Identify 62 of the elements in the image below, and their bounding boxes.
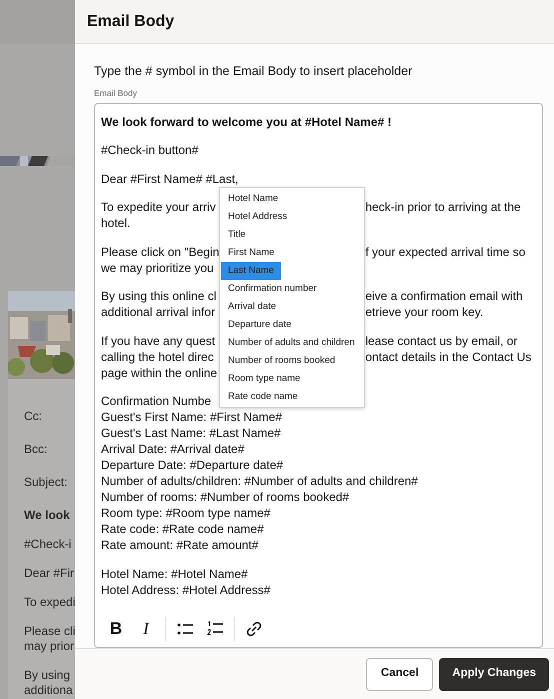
body-text: Confirmation Numbe bbox=[101, 393, 212, 409]
instruction-text: Type the # symbol in the Email Body to insert placeholder bbox=[94, 63, 414, 80]
email-body-editor[interactable] bbox=[94, 102, 543, 648]
body-text: Guest's First Name: #First Name# bbox=[101, 409, 282, 425]
body-text: Please cli may prior bbox=[24, 624, 75, 654]
body-text: we may prioritize you bbox=[101, 260, 214, 276]
body-text: etrieve your room key. bbox=[365, 304, 484, 320]
body-text: Departure Date: #Departure date# bbox=[101, 457, 284, 473]
body-text: By using additiona bbox=[24, 668, 74, 698]
drawer-title: Email Body bbox=[87, 12, 174, 32]
italic-button[interactable]: I bbox=[131, 616, 161, 642]
menu-item[interactable]: Hotel Address bbox=[221, 208, 294, 226]
body-text: f your expected arrival time so bbox=[365, 244, 526, 260]
body-text: We look forward to welcome you at #Hotel Name# ! bbox=[101, 114, 392, 130]
menu-item[interactable]: First Name bbox=[221, 244, 282, 262]
body-text: By using this online cl bbox=[101, 288, 216, 304]
menu-item[interactable]: Last Name bbox=[221, 262, 281, 280]
body-text: If you have any quest bbox=[101, 332, 216, 348]
body-text: page within the online bbox=[101, 364, 218, 380]
numbered-list-icon bbox=[207, 621, 223, 636]
body-text: heck-in prior to arriving at the bbox=[365, 199, 521, 215]
body-text: Rate code: #Rate code name# bbox=[101, 521, 264, 537]
menu-item[interactable]: Departure date bbox=[221, 316, 298, 334]
body-text: Rate amount: #Rate amount# bbox=[101, 537, 258, 553]
body-text: To expedi bbox=[24, 595, 75, 610]
body-text: Dear #Fir bbox=[24, 566, 75, 581]
menu-item[interactable]: Confirmation number bbox=[221, 280, 324, 298]
body-text: To expedite your arriv bbox=[101, 199, 216, 215]
bulleted-list-icon bbox=[177, 622, 193, 636]
body-text: We look bbox=[24, 508, 71, 523]
menu-item[interactable]: Hotel Name bbox=[221, 190, 286, 208]
menu-item[interactable]: Title bbox=[221, 226, 253, 244]
apply-button[interactable]: Apply Changes bbox=[439, 658, 549, 690]
body-text: Hotel Address: #Hotel Address# bbox=[101, 582, 270, 598]
menu-item[interactable]: Rate code name bbox=[221, 388, 305, 406]
field-label: Email Body bbox=[94, 86, 138, 100]
body-text: Arrival Date: #Arrival date# bbox=[101, 441, 244, 457]
menu-item[interactable]: Number of rooms booked bbox=[221, 352, 342, 370]
menu-item[interactable]: Arrival date bbox=[221, 298, 284, 316]
body-text: Guest's Last Name: #Last Name# bbox=[101, 425, 281, 441]
body-text: calling the hotel direc bbox=[101, 348, 214, 364]
body-text: eive a confirmation email with bbox=[365, 288, 523, 304]
menu-item[interactable]: Number of adults and children bbox=[221, 334, 362, 352]
body-text: Number of adults/children: #Number of adults and children# bbox=[101, 473, 418, 489]
body-text: Room type: #Room type name# bbox=[101, 505, 270, 521]
field-label: Subject: bbox=[24, 475, 68, 490]
body-text: hotel. bbox=[101, 215, 130, 231]
cancel-button[interactable]: Cancel bbox=[366, 658, 434, 690]
body-text: ontact details in the Contact Us bbox=[365, 348, 532, 364]
field-label: Cc: bbox=[24, 409, 43, 424]
body-text: Hotel Name: #Hotel Name# bbox=[101, 566, 248, 582]
body-text: Dear #First Name# #Last, bbox=[101, 170, 238, 186]
body-text: #Check-i bbox=[24, 537, 72, 552]
body-text: #Check-in button# bbox=[101, 142, 198, 158]
bold-button[interactable]: B bbox=[101, 616, 131, 642]
body-text: lease contact us by email, or bbox=[365, 332, 518, 348]
link-icon bbox=[246, 620, 262, 636]
field-label: Bcc: bbox=[24, 442, 48, 457]
body-text: Number of rooms: #Number of rooms booked# bbox=[101, 489, 350, 505]
menu-item[interactable]: Room type name bbox=[221, 370, 308, 388]
body-text: Please click on "Begin bbox=[101, 244, 220, 260]
body-text: additional arrival infor bbox=[101, 304, 216, 320]
